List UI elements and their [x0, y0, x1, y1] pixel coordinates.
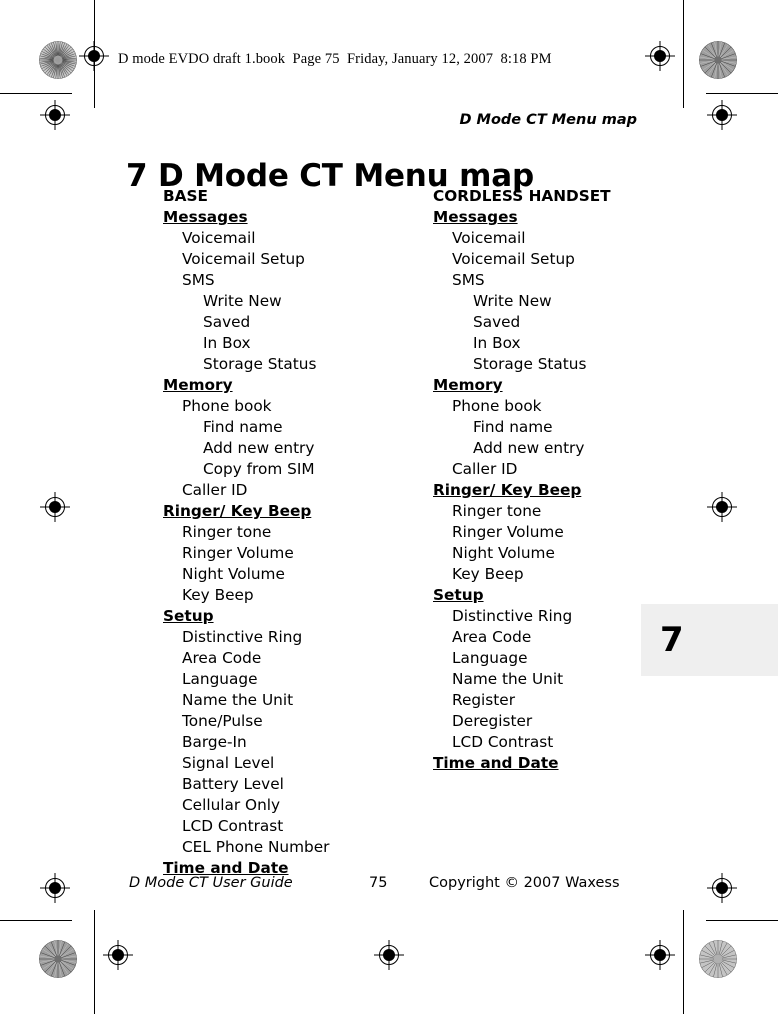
menu-item-level-1: Register	[452, 691, 515, 709]
trim-line-left-bottom	[94, 910, 95, 1014]
menu-section-title: CORDLESS HANDSET	[433, 187, 611, 205]
menu-item-level-1: Tone/Pulse	[182, 712, 263, 730]
menu-item-level-1: Name the Unit	[182, 691, 294, 709]
menu-item-level-1: Night Volume	[182, 565, 285, 583]
menu-item-level-2: Storage Status	[473, 355, 587, 373]
menu-item-level-1: Area Code	[182, 649, 262, 667]
menu-item-level-1: Night Volume	[452, 544, 555, 562]
menu-item-level-2: Find name	[203, 418, 283, 436]
menu-group-heading: Time and Date	[433, 754, 559, 772]
footer-page-number: 75	[369, 875, 388, 891]
running-header: D Mode CT Menu map	[459, 112, 637, 128]
trim-line-left-top	[94, 0, 95, 108]
print-rosette-icon	[699, 940, 737, 978]
prepress-file-stamp: D mode EVDO draft 1.book Page 75 Friday,…	[118, 51, 552, 67]
menu-item-level-1: LCD Contrast	[182, 817, 284, 835]
registration-target-icon	[79, 41, 109, 71]
chapter-thumb-tab: 7	[641, 604, 778, 676]
menu-item-level-1: Deregister	[452, 712, 533, 730]
menu-item-level-2: In Box	[203, 334, 251, 352]
menu-group-heading: Setup	[433, 586, 484, 604]
menu-item-level-2: Add new entry	[473, 439, 585, 457]
registration-target-icon	[40, 873, 70, 903]
print-rosette-icon	[699, 41, 737, 79]
chapter-number: 7	[660, 620, 684, 660]
menu-item-level-2: Add new entry	[203, 439, 315, 457]
menu-item-level-1: Ringer tone	[452, 502, 542, 520]
menu-item-level-1: Caller ID	[452, 460, 518, 478]
trim-line-bottom-right	[706, 920, 778, 921]
menu-item-level-2: Find name	[473, 418, 553, 436]
menu-item-level-1: Language	[182, 670, 258, 688]
print-rosette-icon	[39, 940, 77, 978]
trim-line-bottom-left	[0, 920, 72, 921]
menu-column-cordless-handset: CORDLESS HANDSET Messages Voicemail Voicema…	[433, 186, 683, 774]
menu-item-level-1: Signal Level	[182, 754, 275, 772]
menu-item-level-1: CEL Phone Number	[182, 838, 330, 856]
menu-item-level-1: LCD Contrast	[452, 733, 554, 751]
menu-item-level-2: Saved	[473, 313, 521, 331]
menu-item-level-2: Write New	[203, 292, 282, 310]
registration-target-icon	[374, 940, 404, 970]
menu-item-level-2: Saved	[203, 313, 251, 331]
footer-guide-title: D Mode CT User Guide	[129, 875, 293, 891]
menu-item-level-2: Copy from SIM	[203, 460, 315, 478]
registration-target-icon	[645, 940, 675, 970]
menu-group-heading: Setup	[163, 607, 214, 625]
menu-item-level-1: Battery Level	[182, 775, 284, 793]
menu-group-heading: Ringer/ Key Beep	[433, 481, 582, 499]
menu-section-title: BASE	[163, 187, 208, 205]
menu-item-level-1: SMS	[452, 271, 485, 289]
menu-group-heading: Memory	[163, 376, 233, 394]
menu-group-heading: Messages	[433, 208, 518, 226]
menu-item-level-1: Phone book	[182, 397, 272, 415]
menu-item-level-1: Voicemail Setup	[452, 250, 575, 268]
menu-item-level-1: Ringer Volume	[182, 544, 294, 562]
registration-target-icon	[645, 41, 675, 71]
menu-item-level-1: Ringer tone	[182, 523, 272, 541]
menu-item-level-1: SMS	[182, 271, 215, 289]
menu-group-heading: Messages	[163, 208, 248, 226]
menu-item-level-1: Caller ID	[182, 481, 248, 499]
menu-item-level-2: In Box	[473, 334, 521, 352]
menu-group-heading: Ringer/ Key Beep	[163, 502, 312, 520]
menu-item-level-1: Phone book	[452, 397, 542, 415]
registration-target-icon	[707, 873, 737, 903]
menu-item-level-2: Write New	[473, 292, 552, 310]
footer-copyright: Copyright © 2007 Waxess	[429, 875, 620, 891]
menu-item-level-1: Voicemail Setup	[182, 250, 305, 268]
menu-item-level-1: Barge-In	[182, 733, 247, 751]
registration-target-icon	[40, 492, 70, 522]
registration-target-icon	[40, 100, 70, 130]
registration-target-icon	[707, 100, 737, 130]
registration-target-icon	[707, 492, 737, 522]
trim-line-top-right	[706, 93, 778, 94]
menu-item-level-1: Distinctive Ring	[182, 628, 303, 646]
print-rosette-icon	[39, 41, 77, 79]
menu-item-level-1: Voicemail	[182, 229, 256, 247]
trim-line-right-top	[683, 0, 684, 108]
menu-item-level-1: Key Beep	[182, 586, 254, 604]
trim-line-top-left	[0, 93, 72, 94]
menu-item-level-1: Ringer Volume	[452, 523, 564, 541]
registration-target-icon	[103, 940, 133, 970]
menu-group-heading: Memory	[433, 376, 503, 394]
trim-line-right-bottom	[683, 910, 684, 1014]
menu-item-level-2: Storage Status	[203, 355, 317, 373]
menu-item-level-1: Voicemail	[452, 229, 526, 247]
menu-column-base: BASE Messages Voicemail Voicemail Setup SMS W…	[163, 186, 413, 879]
menu-item-level-1: Cellular Only	[182, 796, 281, 814]
menu-item-level-1: Key Beep	[452, 565, 524, 583]
